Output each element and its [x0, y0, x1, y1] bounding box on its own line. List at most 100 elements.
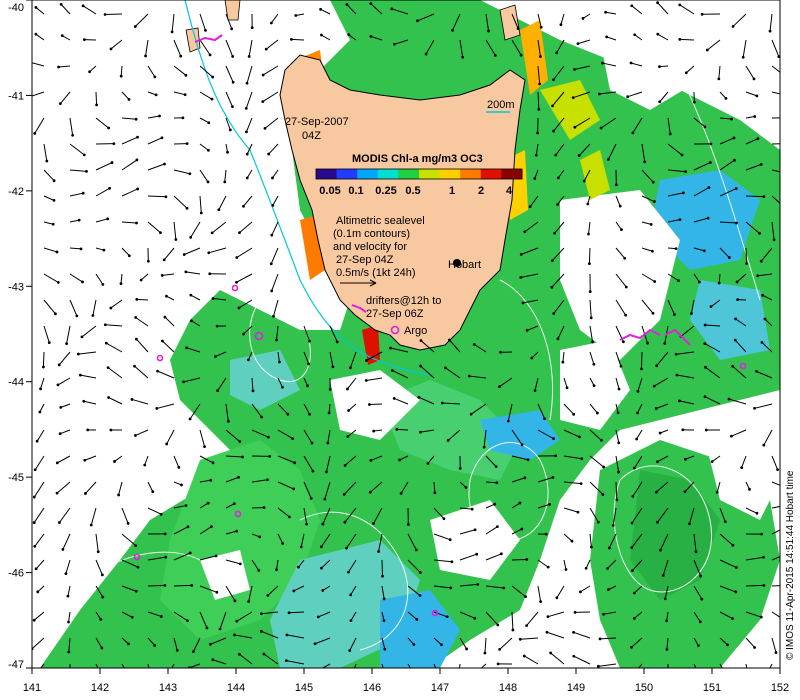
velocity-arrow-head — [518, 637, 522, 641]
y-tick-label: -40 — [8, 2, 24, 14]
velocity-arrow-head — [496, 662, 500, 666]
velocity-arrow-head — [390, 7, 394, 11]
velocity-arrow-head — [269, 21, 273, 25]
velocity-arrow-head — [160, 339, 164, 343]
velocity-arrow-head — [416, 19, 419, 23]
velocity-arrow-head — [525, 328, 529, 332]
drifters-note-line: 27-Sep 06Z — [366, 308, 424, 320]
velocity-arrow-head — [784, 94, 787, 97]
velocity-arrow-head — [190, 583, 194, 587]
velocity-arrow-head — [349, 619, 353, 623]
velocity-arrow — [745, 584, 764, 587]
velocity-arrow-head — [57, 65, 60, 69]
velocity-arrow-head — [631, 131, 635, 135]
velocity-arrow-head — [335, 340, 339, 344]
altimetry-note-line: and velocity for — [333, 241, 407, 253]
colorbar-tick-label: 0.1 — [348, 185, 363, 197]
velocity-arrow-head — [210, 97, 214, 101]
velocity-arrow-head — [80, 335, 84, 339]
velocity-arrow-head — [281, 542, 285, 545]
velocity-arrow-head — [502, 586, 506, 590]
velocity-arrow-head — [100, 646, 104, 650]
colorbar-tick-label: 1 — [449, 185, 455, 197]
velocity-arrow-head — [578, 435, 581, 439]
velocity-arrow-head — [473, 528, 477, 532]
velocity-arrow-head — [235, 256, 239, 259]
x-tick-label: 141 — [23, 682, 41, 694]
velocity-arrow-head — [233, 599, 237, 603]
velocity-arrow-head — [586, 202, 590, 206]
velocity-arrow-head — [702, 249, 706, 253]
velocity-arrow-head — [526, 458, 530, 462]
velocity-arrow-head — [81, 191, 85, 195]
velocity-arrow-head — [406, 523, 410, 526]
velocity-arrow-head — [67, 620, 70, 624]
velocity-arrow-head — [345, 546, 348, 550]
velocity-arrow-head — [589, 316, 593, 320]
velocity-arrow-head — [617, 441, 621, 445]
velocity-arrow-head — [264, 47, 268, 51]
velocity-arrow-head — [472, 342, 476, 346]
velocity-arrow-head — [555, 51, 558, 55]
velocity-arrow-head — [483, 651, 487, 655]
velocity-arrow-head — [735, 221, 738, 225]
velocity-arrow-head — [663, 342, 667, 345]
velocity-arrow-head — [56, 383, 60, 387]
velocity-arrow-head — [186, 525, 190, 529]
velocity-arrow-head — [136, 565, 140, 569]
y-tick-label: -44 — [8, 377, 24, 389]
x-tick-label: 151 — [703, 682, 721, 694]
velocity-arrow-head — [177, 465, 181, 469]
velocity-arrow-head — [571, 96, 575, 100]
velocity-arrow-head — [530, 356, 534, 360]
velocity-arrow-head — [458, 671, 461, 674]
velocity-arrow-head — [565, 386, 569, 390]
velocity-arrow-head — [71, 133, 75, 137]
velocity-arrow-head — [60, 34, 64, 38]
velocity-arrow-head — [100, 573, 104, 577]
velocity-arrow-head — [418, 571, 422, 574]
velocity-arrow-head — [705, 48, 709, 52]
velocity-arrow-head — [331, 365, 335, 369]
velocity-arrow-head — [143, 463, 147, 467]
velocity-arrow-head — [156, 369, 159, 373]
velocity-arrow-head — [469, 412, 473, 416]
velocity-arrow-head — [605, 35, 609, 39]
velocity-arrow-head — [272, 314, 275, 318]
velocity-arrow-head — [190, 319, 193, 323]
velocity-arrow-head — [134, 337, 138, 341]
velocity-arrow-head — [36, 590, 40, 594]
velocity-arrow-head — [678, 38, 682, 41]
velocity-arrow-head — [631, 569, 634, 573]
velocity-arrow-head — [208, 272, 212, 276]
velocity-arrow-head — [99, 617, 103, 621]
velocity-arrow-head — [559, 23, 563, 27]
velocity-arrow-head — [498, 647, 502, 651]
velocity-arrow-head — [78, 373, 82, 377]
altimetry-note-line: 27-Sep 04Z — [336, 254, 394, 266]
velocity-arrow-head — [32, 618, 36, 622]
velocity-arrow-head — [34, 32, 38, 36]
velocity-arrow-head — [533, 389, 537, 392]
velocity-arrow — [381, 559, 384, 577]
velocity-arrow-head — [683, 490, 687, 494]
velocity-arrow-head — [551, 475, 555, 479]
velocity-arrow-head — [674, 247, 678, 251]
velocity-arrow-head — [231, 80, 235, 84]
velocity-arrow-head — [148, 673, 151, 676]
velocity-arrow-head — [159, 615, 163, 618]
velocity-arrow-head — [544, 532, 548, 536]
velocity-arrow-head — [473, 616, 477, 620]
velocity-arrow-head — [369, 34, 373, 38]
velocity-arrow-head — [698, 674, 701, 677]
velocity-arrow-head — [785, 172, 788, 175]
velocity-arrow-head — [511, 628, 515, 632]
velocity-arrow-head — [163, 162, 166, 166]
velocity-arrow-head — [66, 594, 70, 598]
velocity-arrow-head — [579, 482, 583, 486]
velocity-arrow-head — [103, 13, 107, 16]
velocity-arrow — [679, 38, 695, 41]
velocity-arrow-head — [665, 648, 669, 651]
velocity-arrow-head — [385, 677, 388, 680]
velocity-arrow-head — [651, 249, 654, 253]
